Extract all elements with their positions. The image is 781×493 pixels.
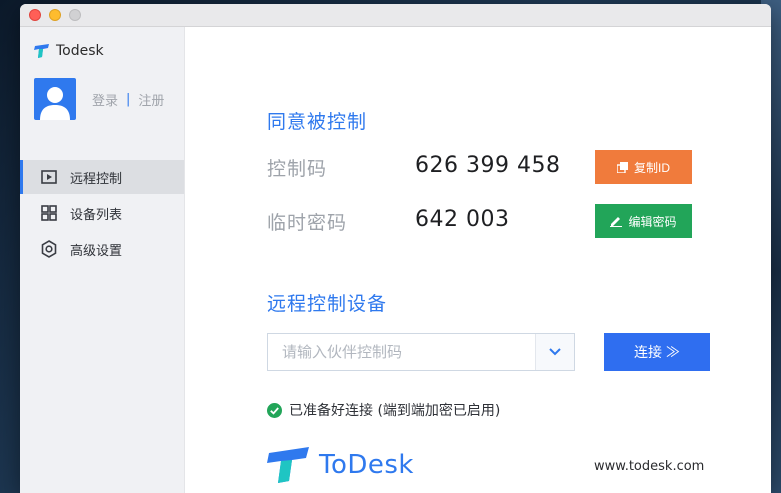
temp-password-label: 临时密码 [267, 212, 348, 234]
partner-code-input[interactable] [268, 334, 536, 370]
app-name: Todesk [56, 43, 104, 59]
login-link[interactable]: 登录 [92, 90, 118, 109]
auth-links: 登录 | 注册 [92, 90, 164, 109]
sidebar-item-label: 高级设置 [70, 243, 123, 259]
sidebar: Todesk 登录 | 注册 远程控制 设备列表 高级设置 [20, 27, 185, 493]
close-window-button[interactable] [29, 9, 41, 21]
copy-icon [616, 161, 628, 173]
copy-id-button[interactable]: 复制ID [595, 150, 692, 184]
copy-id-label: 复制ID [633, 160, 670, 175]
temp-password-value: 642 003 [415, 207, 510, 232]
todesk-logo-icon [34, 44, 49, 58]
sidebar-item-device-list[interactable]: 设备列表 [20, 196, 184, 230]
edit-password-label: 编辑密码 [628, 214, 677, 229]
history-dropdown-button[interactable] [535, 334, 574, 370]
minimize-window-button[interactable] [49, 9, 61, 21]
website-url[interactable]: www.todesk.com [594, 459, 704, 474]
sidebar-item-advanced-settings[interactable]: 高级设置 [20, 232, 184, 266]
footer-logo-text: ToDesk [319, 450, 414, 480]
chevron-down-icon [549, 348, 561, 356]
sidebar-item-label: 设备列表 [70, 207, 123, 223]
control-code-value: 626 399 458 [415, 153, 561, 178]
remote-control-title: 远程控制设备 [267, 293, 388, 315]
footer-logo: ToDesk [267, 447, 414, 483]
app-window: Todesk 登录 | 注册 远程控制 设备列表 高级设置 同意被控制 控制码 … [20, 4, 771, 493]
allow-control-title: 同意被控制 [267, 111, 368, 133]
pencil-icon [610, 217, 623, 227]
grid-icon [40, 204, 58, 222]
sidebar-item-label: 远程控制 [70, 171, 123, 187]
connect-label: 连接 ≫ [634, 344, 680, 360]
auth-separator: | [126, 92, 131, 107]
edit-password-button[interactable]: 编辑密码 [595, 204, 692, 238]
register-link[interactable]: 注册 [138, 90, 164, 109]
todesk-logo-icon [267, 447, 309, 483]
sidebar-item-remote-control[interactable]: 远程控制 [20, 160, 184, 194]
connect-button[interactable]: 连接 ≫ [604, 333, 710, 371]
control-code-label: 控制码 [267, 158, 328, 180]
check-circle-icon [267, 402, 282, 418]
connection-status: 已准备好连接 (端到端加密已启用) [267, 400, 500, 420]
avatar[interactable] [34, 78, 76, 120]
main-panel: 同意被控制 控制码 626 399 458 复制ID 临时密码 642 003 … [185, 27, 771, 493]
title-bar [20, 4, 771, 27]
sidebar-nav: 远程控制 设备列表 高级设置 [20, 160, 184, 268]
zoom-window-button[interactable] [69, 9, 81, 21]
brand: Todesk [34, 41, 104, 61]
partner-code-field [267, 333, 575, 371]
status-text: 已准备好连接 (端到端加密已启用) [289, 403, 501, 419]
user-icon [40, 87, 70, 120]
play-screen-icon [40, 168, 58, 186]
gear-icon [40, 240, 58, 258]
